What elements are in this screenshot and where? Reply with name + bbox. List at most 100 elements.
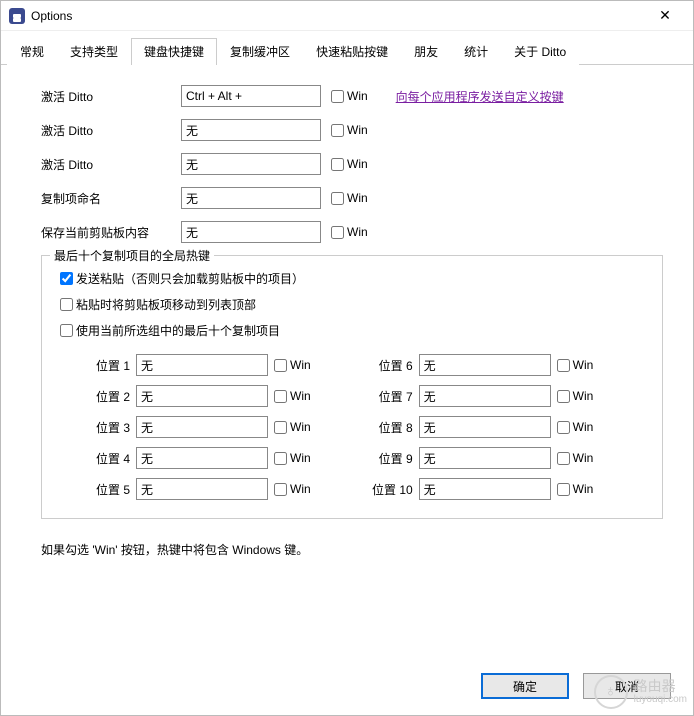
position-row-3: 位置 3 Win: [88, 416, 311, 438]
position-row-6: 位置 6 Win: [371, 354, 594, 376]
position-row-4: 位置 4 Win: [88, 447, 311, 469]
group-check-label: 使用当前所选组中的最后十个复制项目: [76, 322, 280, 339]
win-label: Win: [573, 420, 594, 434]
position-win-9[interactable]: Win: [557, 451, 594, 465]
position-win-2[interactable]: Win: [274, 389, 311, 403]
cancel-button[interactable]: 取消: [583, 673, 671, 699]
tab-6[interactable]: 统计: [451, 38, 501, 65]
win-label: Win: [573, 451, 594, 465]
win-checkbox-0[interactable]: Win: [331, 89, 368, 103]
hotkey-label: 复制项命名: [41, 190, 171, 207]
position-row-1: 位置 1 Win: [88, 354, 311, 376]
position-win-6[interactable]: Win: [557, 358, 594, 372]
position-label: 位置 8: [371, 419, 413, 436]
position-input-4[interactable]: [136, 447, 268, 469]
hotkey-input-4[interactable]: [181, 221, 321, 243]
titlebar: Options ✕: [1, 1, 693, 31]
win-label: Win: [347, 89, 368, 103]
hotkey-row-1: 激活 Ditto Win: [41, 119, 663, 141]
position-input-5[interactable]: [136, 478, 268, 500]
group-check-1[interactable]: 粘贴时将剪贴板项移动到列表顶部: [60, 296, 256, 313]
hotkey-row-3: 复制项命名 Win: [41, 187, 663, 209]
win-label: Win: [290, 451, 311, 465]
position-label: 位置 1: [88, 357, 130, 374]
position-input-10[interactable]: [419, 478, 551, 500]
position-label: 位置 6: [371, 357, 413, 374]
tab-7[interactable]: 关于 Ditto: [501, 38, 579, 65]
position-input-8[interactable]: [419, 416, 551, 438]
position-label: 位置 3: [88, 419, 130, 436]
group-check-label: 发送粘贴（否则只会加载剪贴板中的项目）: [76, 270, 304, 287]
dialog-buttons: 确定 取消: [481, 673, 671, 699]
hotkey-label: 保存当前剪贴板内容: [41, 224, 171, 241]
options-window: Options ✕ 常规支持类型键盘快捷键复制缓冲区快速粘贴按键朋友统计关于 D…: [0, 0, 694, 716]
position-input-3[interactable]: [136, 416, 268, 438]
hotkey-label: 激活 Ditto: [41, 122, 171, 139]
position-row-5: 位置 5 Win: [88, 478, 311, 500]
position-win-7[interactable]: Win: [557, 389, 594, 403]
tab-3[interactable]: 复制缓冲区: [217, 38, 303, 65]
position-win-3[interactable]: Win: [274, 420, 311, 434]
position-label: 位置 10: [371, 481, 413, 498]
win-checkbox-4[interactable]: Win: [331, 225, 368, 239]
win-note: 如果勾选 'Win' 按钮，热键中将包含 Windows 键。: [41, 541, 663, 558]
position-label: 位置 9: [371, 450, 413, 467]
app-icon: [9, 8, 25, 24]
hotkey-label: 激活 Ditto: [41, 156, 171, 173]
win-checkbox-3[interactable]: Win: [331, 191, 368, 205]
win-checkbox-1[interactable]: Win: [331, 123, 368, 137]
group-check-2[interactable]: 使用当前所选组中的最后十个复制项目: [60, 322, 280, 339]
position-win-4[interactable]: Win: [274, 451, 311, 465]
hotkey-input-3[interactable]: [181, 187, 321, 209]
position-label: 位置 4: [88, 450, 130, 467]
position-input-1[interactable]: [136, 354, 268, 376]
position-input-2[interactable]: [136, 385, 268, 407]
win-checkbox-2[interactable]: Win: [331, 157, 368, 171]
win-label: Win: [290, 420, 311, 434]
window-title: Options: [31, 9, 72, 23]
win-label: Win: [290, 358, 311, 372]
win-label: Win: [573, 358, 594, 372]
hotkey-row-2: 激活 Ditto Win: [41, 153, 663, 175]
position-win-5[interactable]: Win: [274, 482, 311, 496]
win-label: Win: [347, 157, 368, 171]
position-label: 位置 7: [371, 388, 413, 405]
position-row-2: 位置 2 Win: [88, 385, 311, 407]
win-label: Win: [290, 482, 311, 496]
win-label: Win: [347, 123, 368, 137]
tab-4[interactable]: 快速粘贴按键: [303, 38, 401, 65]
win-label: Win: [347, 191, 368, 205]
hotkey-row-4: 保存当前剪贴板内容 Win: [41, 221, 663, 243]
tab-5[interactable]: 朋友: [401, 38, 451, 65]
win-label: Win: [573, 482, 594, 496]
hotkey-input-0[interactable]: [181, 85, 321, 107]
position-row-9: 位置 9 Win: [371, 447, 594, 469]
position-row-10: 位置 10 Win: [371, 478, 594, 500]
position-row-7: 位置 7 Win: [371, 385, 594, 407]
send-custom-keys-link[interactable]: 向每个应用程序发送自定义按键: [396, 88, 564, 105]
position-label: 位置 5: [88, 481, 130, 498]
hotkey-input-1[interactable]: [181, 119, 321, 141]
ok-button[interactable]: 确定: [481, 673, 569, 699]
close-button[interactable]: ✕: [645, 1, 685, 31]
group-legend: 最后十个复制项目的全局热键: [50, 247, 214, 264]
win-label: Win: [573, 389, 594, 403]
position-win-8[interactable]: Win: [557, 420, 594, 434]
hotkey-input-2[interactable]: [181, 153, 321, 175]
global-hotkeys-group: 最后十个复制项目的全局热键 发送粘贴（否则只会加载剪贴板中的项目）粘贴时将剪贴板…: [41, 255, 663, 519]
win-label: Win: [290, 389, 311, 403]
tab-content: 激活 DittoWin向每个应用程序发送自定义按键激活 DittoWin激活 D…: [1, 65, 693, 568]
tab-2[interactable]: 键盘快捷键: [131, 38, 217, 65]
position-label: 位置 2: [88, 388, 130, 405]
position-win-10[interactable]: Win: [557, 482, 594, 496]
position-input-6[interactable]: [419, 354, 551, 376]
group-check-0[interactable]: 发送粘贴（否则只会加载剪贴板中的项目）: [60, 270, 304, 287]
position-row-8: 位置 8 Win: [371, 416, 594, 438]
position-input-9[interactable]: [419, 447, 551, 469]
position-input-7[interactable]: [419, 385, 551, 407]
position-win-1[interactable]: Win: [274, 358, 311, 372]
tab-1[interactable]: 支持类型: [57, 38, 131, 65]
positions-grid: 位置 1 Win 位置 2 Win 位置 3 Win 位置 4 Win 位置 5 Win 位置 6…: [60, 354, 644, 500]
tab-0[interactable]: 常规: [7, 38, 57, 65]
hotkey-label: 激活 Ditto: [41, 88, 171, 105]
